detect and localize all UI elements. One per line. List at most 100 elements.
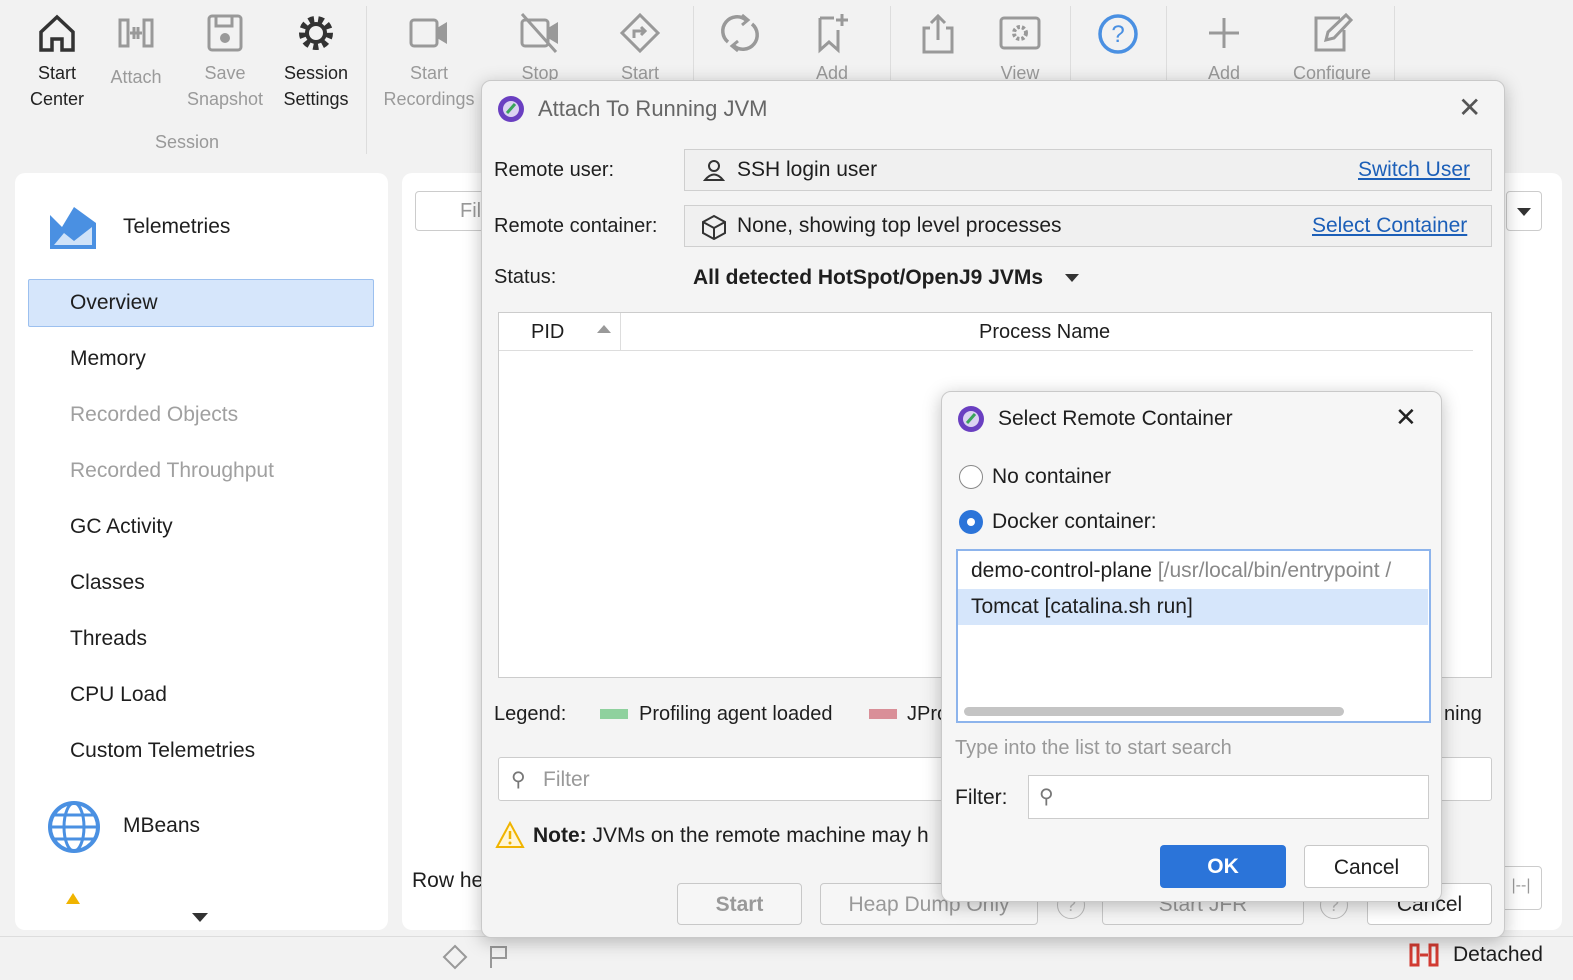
save-snapshot-button[interactable]: Save Snapshot: [183, 12, 267, 112]
start-recordings-button[interactable]: Start Recordings: [380, 12, 478, 112]
save-snapshot-label: Save Snapshot: [186, 63, 264, 109]
direction-sign-icon: [619, 12, 661, 54]
scroll-down-icon[interactable]: [192, 913, 208, 922]
ok-button[interactable]: OK: [1160, 845, 1286, 888]
docker-container-radio[interactable]: [959, 510, 983, 534]
attach-icon: [118, 18, 154, 48]
user-icon: [703, 160, 725, 181]
status-dropdown[interactable]: All detected HotSpot/OpenJ9 JVMs: [693, 266, 1080, 290]
direction-sign-icon[interactable]: [442, 944, 468, 970]
cancel-button[interactable]: Cancel: [1304, 845, 1429, 888]
export-icon: [922, 13, 954, 54]
telemetries-heading: Telemetries: [123, 215, 231, 238]
main-dropdown[interactable]: [1506, 191, 1542, 231]
pid-column-header[interactable]: PID: [499, 313, 621, 351]
warning-icon: [495, 821, 525, 848]
stop-recordings-button[interactable]: Stop: [510, 12, 570, 86]
flag-icon[interactable]: [488, 944, 510, 970]
close-icon[interactable]: ✕: [1395, 402, 1417, 433]
session-settings-label: Session Settings: [283, 63, 349, 109]
start-tracking-button[interactable]: Start: [610, 12, 670, 86]
sidebar-item-recorded-throughput[interactable]: Recorded Throughput: [70, 459, 274, 483]
save-icon: [207, 14, 243, 52]
note-text: Note: JVMs on the remote machine may h: [533, 824, 929, 847]
telemetries-icon: [50, 207, 96, 249]
no-container-radio[interactable]: [959, 465, 983, 489]
sidebar-item-classes[interactable]: Classes: [70, 571, 145, 595]
horizontal-scrollbar[interactable]: [964, 707, 1344, 716]
app-logo-icon: [958, 406, 984, 432]
sidebar-item-threads[interactable]: Threads: [70, 627, 147, 651]
search-icon: ⚲: [1039, 786, 1054, 808]
sidebar-item-cpu-load[interactable]: CPU Load: [70, 683, 167, 707]
warning-marker-icon: [66, 893, 80, 904]
start-center-label: Start Center: [29, 63, 85, 109]
legend-agent-loaded: Profiling agent loaded: [639, 703, 833, 725]
add-bookmark-button[interactable]: Add: [802, 12, 862, 86]
session-settings-button[interactable]: Session Settings: [277, 12, 355, 112]
bookmark-add-icon: [818, 14, 848, 54]
container-box-icon: [702, 214, 726, 240]
view-settings-button[interactable]: View: [990, 12, 1050, 86]
sidebar-item-gc-activity[interactable]: GC Activity: [70, 515, 173, 539]
start-button[interactable]: Start: [677, 883, 802, 925]
status-label: Status:: [494, 266, 557, 288]
sidebar-item-recorded-objects[interactable]: Recorded Objects: [70, 403, 238, 427]
select-container-dialog: Select Remote Container ✕ No container D…: [941, 391, 1442, 902]
sidebar-item-custom-telemetries[interactable]: Custom Telemetries: [70, 739, 255, 763]
filter-label: Filter:: [955, 786, 1008, 809]
video-camera-icon: [409, 18, 447, 48]
start-center-button[interactable]: Start Center: [22, 12, 92, 112]
detached-icon: [1409, 943, 1439, 967]
attach-label: Attach: [110, 67, 162, 87]
app-logo-icon: [498, 96, 524, 122]
add-button[interactable]: Add: [1196, 12, 1252, 86]
legend-label: Legend:: [494, 703, 567, 725]
close-icon[interactable]: ✕: [1458, 91, 1481, 124]
home-icon: [39, 14, 75, 52]
start-recordings-label: Start Recordings: [383, 63, 475, 109]
remote-container-label: Remote container:: [494, 215, 658, 237]
search-icon: ⚲: [511, 769, 526, 791]
process-name-column-header[interactable]: Process Name: [979, 321, 1110, 344]
edit-icon: [1314, 12, 1354, 52]
select-container-link[interactable]: Select Container: [1312, 214, 1467, 238]
legend-swatch-agent: [600, 709, 628, 719]
list-item-selected[interactable]: Tomcat [catalina.sh run]: [958, 589, 1428, 625]
status-bar: [0, 936, 1573, 980]
no-container-label: No container: [992, 465, 1112, 488]
status-value: All detected HotSpot/OpenJ9 JVMs: [693, 266, 1044, 289]
dialog-title: Attach To Running JVM: [538, 96, 768, 121]
mbeans-heading: MBeans: [123, 814, 201, 837]
remote-container-value: None, showing top level processes: [737, 214, 1062, 237]
chevron-down-icon: [1065, 274, 1080, 283]
export-button[interactable]: [910, 12, 966, 60]
legend-swatch-jpro: [869, 709, 897, 719]
fit-width-button[interactable]: |--|: [1500, 866, 1542, 910]
globe-icon: [48, 801, 100, 853]
sort-ascending-icon: [597, 325, 611, 333]
row-height-label: Row he: [412, 869, 484, 892]
refresh-button[interactable]: [712, 12, 768, 60]
container-list[interactable]: demo-control-plane [/usr/local/bin/entry…: [956, 549, 1431, 723]
view-settings-icon: [999, 16, 1041, 50]
session-group-label: Session: [155, 132, 220, 152]
plus-icon: [1209, 18, 1239, 48]
help-icon: ?: [1098, 14, 1138, 54]
sidebar-item-overview[interactable]: Overview: [70, 291, 158, 315]
container-filter-input[interactable]: ⚲: [1028, 775, 1429, 819]
remote-user-value: SSH login user: [737, 158, 878, 181]
connection-status: Detached: [1453, 943, 1543, 966]
docker-container-label: Docker container:: [992, 510, 1157, 533]
attach-button[interactable]: Attach: [104, 12, 168, 90]
search-hint: Type into the list to start search: [955, 737, 1232, 759]
configure-button[interactable]: Configure: [1284, 12, 1380, 86]
switch-user-link[interactable]: Switch User: [1358, 158, 1470, 182]
list-item[interactable]: demo-control-plane [/usr/local/bin/entry…: [958, 551, 1428, 589]
svg-text:?: ?: [1111, 21, 1124, 48]
video-off-icon: [520, 12, 558, 54]
legend-tail: ning: [1444, 703, 1482, 725]
gear-icon: [299, 16, 333, 50]
help-button[interactable]: ?: [1094, 12, 1142, 62]
sidebar-item-memory[interactable]: Memory: [70, 347, 146, 371]
